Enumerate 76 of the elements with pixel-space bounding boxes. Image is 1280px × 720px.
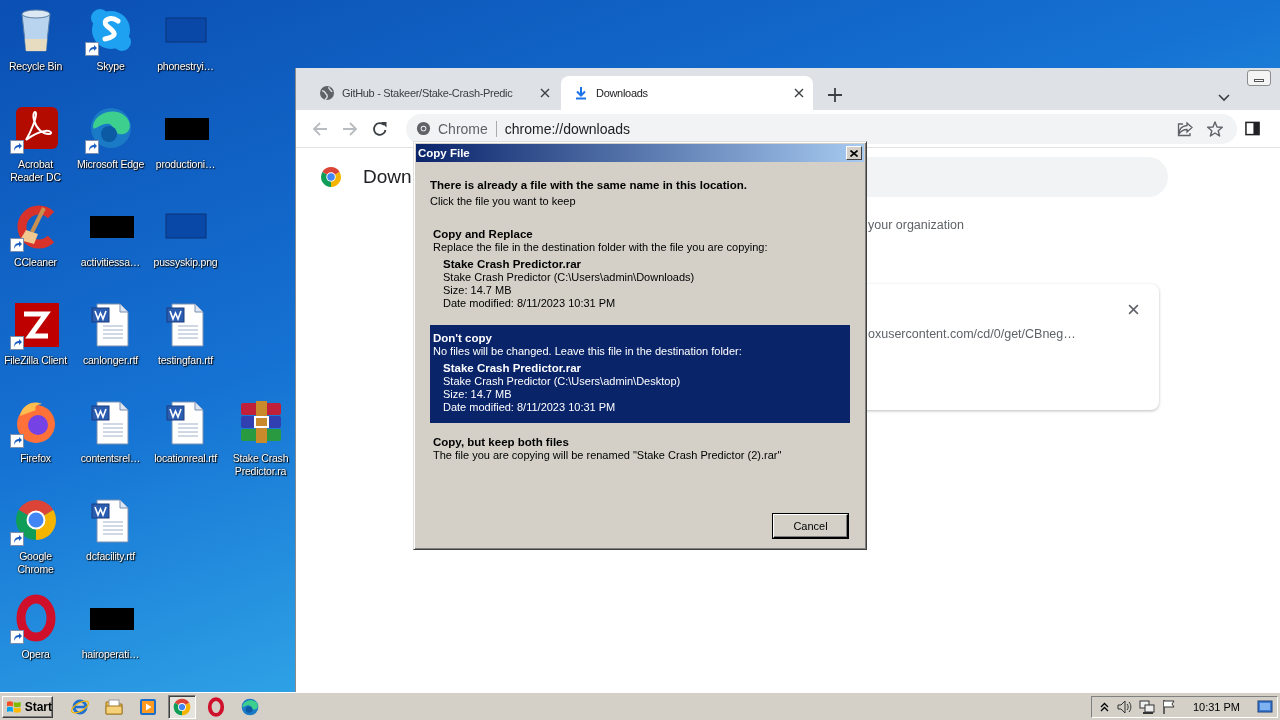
side-panel-icon[interactable] [1245,121,1260,136]
close-icon [850,149,858,157]
desktop-icon-label[interactable]: Google Chrome [1,550,70,576]
address-bar[interactable]: Chrome chrome://downloads [406,113,1237,144]
dialog-heading: There is already a file with the same name in this location. [430,179,748,192]
option-description: No files will be changed. Leave this file in the destination folder: [433,345,743,358]
browser-icon [240,696,260,717]
globe-icon [319,85,335,101]
file-location: Stake Crash Predictor (C:\Users\admin\Desktop) [443,375,682,388]
copy-option[interactable]: Copy, but keep both files The file you are copying will be renamed "Stake Crash Predictor (2).rar" [430,429,850,471]
file-location: Stake Crash Predictor (C:\Users\admin\Downloads) [443,271,696,284]
chevron-up-icon[interactable] [1099,701,1109,712]
file-size: Size: 14.7 MB [443,284,513,297]
desktop-icon-label[interactable]: Skype [96,60,125,73]
show-desktop-icon[interactable] [1257,699,1273,714]
file-name: Stake Crash Predictor.rar [443,258,583,271]
star-icon[interactable] [1207,120,1223,137]
taskbar-app-button[interactable] [168,694,196,719]
browser-icon [172,696,192,717]
browser-tab[interactable]: Downloads [561,76,813,110]
option-description: Replace the file in the destination folder with the file you are copying: [433,241,769,254]
start-button[interactable]: Start [2,695,53,718]
file-name: Stake Crash Predictor.rar [443,362,583,375]
desktop-icon-label[interactable]: canlonger.rtf [82,354,139,367]
close-icon[interactable] [540,88,550,98]
clock[interactable]: 10:31 PM [1192,700,1240,713]
desktop-icon-label[interactable]: dcfacility.rtf [86,550,135,563]
desktop-icon-label[interactable]: Firefox [20,452,51,465]
dialog-instruction: Click the file you want to keep [430,195,577,208]
desktop-icon-label[interactable]: activitiessa… [80,256,141,269]
folder-icon [104,696,124,717]
file-date: Date modified: 8/11/2023 10:31 PM [443,297,617,310]
desktop-icon-label[interactable]: contentsrel… [80,452,141,465]
download-url[interactable]: oxusercontent.com/cd/0/get/CBneg… [868,327,1076,341]
desktop-icon-label[interactable]: testingfan.rtf [158,354,213,367]
media-player-icon [138,696,158,717]
option-title: Copy and Replace [433,228,534,241]
close-button[interactable] [846,146,862,160]
close-icon[interactable] [1128,304,1139,315]
desktop-icon-label[interactable]: productioni… [155,158,216,171]
dialog-title: Copy File [418,147,471,159]
desktop-icon-label[interactable]: pussyskip.png [153,256,218,269]
option-title: Copy, but keep both files [433,436,570,449]
desktop-icon-label[interactable]: FileZilla Client [4,354,67,367]
desktop-icon-label[interactable]: locationreal.rtf [154,452,217,465]
flag-icon[interactable] [1161,698,1176,715]
file-date: Date modified: 8/11/2023 10:31 PM [443,401,617,414]
share-icon[interactable] [1177,120,1193,137]
cancel-button[interactable]: Cancel [773,514,848,538]
desktop-icon-label[interactable]: Stake Crash Predictor.ra [226,452,295,478]
desktop-icon-label[interactable]: Recycle Bin [8,60,63,73]
speaker-icon[interactable] [1115,698,1132,715]
option-title: Don't copy [433,332,493,345]
site-info-icon[interactable] [416,121,431,136]
desktop-icon-label[interactable]: phonestryi… [157,60,214,73]
reload-icon[interactable] [372,120,388,137]
desktop-icon-label[interactable]: Opera [21,648,50,661]
file-size: Size: 14.7 MB [443,388,513,401]
chevron-down-icon[interactable] [1218,94,1230,102]
browser-logo-icon [319,165,343,189]
copy-option[interactable]: Don't copy No files will be changed. Leave this file in the destination folder: Stake Crash Predictor.rar Stake Crash Predictor (C:\Users\admin\Desktop) Size: 14.7 MB Date modified: 8/11/2023 10:31 PM [430,325,850,423]
download-icon [573,85,589,101]
desktop-icon-label[interactable]: Microsoft Edge [76,158,145,171]
network-icon[interactable] [1138,698,1155,715]
desktop-icon-label[interactable]: CCleaner [14,256,57,269]
page-title: Down [363,166,412,188]
new-tab-icon[interactable] [828,88,842,102]
browser-icon [206,696,226,717]
managed-notice: your organization [868,218,964,232]
desktop-icon-label[interactable]: hairoperati… [81,648,140,661]
option-description: The file you are copying will be renamed "Stake Crash Predictor (2).rar" [433,449,783,462]
close-icon[interactable] [794,88,804,98]
browser-tab[interactable]: GitHub - Stakeer/Stake-Crash-Predic [307,76,559,110]
windows-logo-icon [6,699,22,714]
minimize-button[interactable] [1247,70,1271,86]
desktop-icon-label[interactable]: Acrobat Reader DC [1,158,70,184]
